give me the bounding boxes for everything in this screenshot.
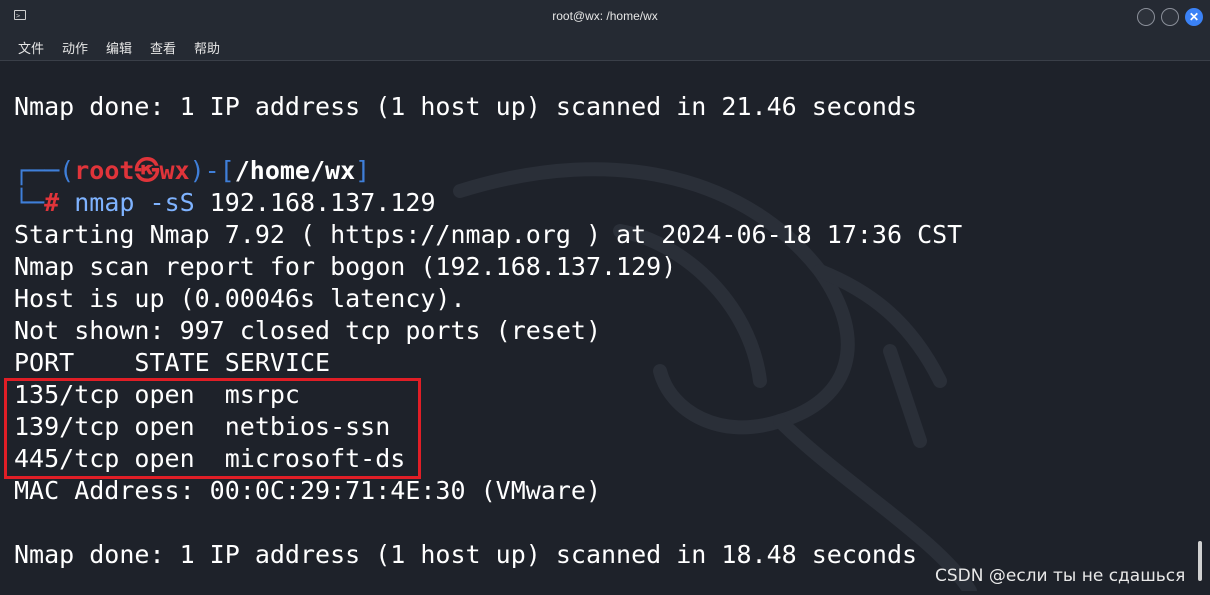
output-line: Host is up (0.00046s latency). <box>14 284 466 313</box>
prompt-line: ┌──(root㉿wx)-[/home/wx] <box>14 155 962 187</box>
window-title: root@wx: /home/wx <box>552 9 658 23</box>
output-line: Nmap scan report for bogon (192.168.137.… <box>14 252 677 281</box>
prompt-user: root <box>74 156 135 185</box>
prompt-end: ] <box>355 156 371 185</box>
maximize-button[interactable] <box>1161 8 1179 26</box>
prompt-corner: ┌──( <box>14 156 75 185</box>
command-line: └─# nmap -sS 192.168.137.129 <box>14 187 962 219</box>
prompt-path: /home/wx <box>234 156 356 185</box>
prompt-mid: )-[ <box>189 156 235 185</box>
menu-action[interactable]: 动作 <box>62 38 88 57</box>
prompt-at: ㉿ <box>134 156 160 185</box>
prompt-host: wx <box>159 156 190 185</box>
scrollbar[interactable] <box>1198 541 1202 581</box>
command-name: nmap <box>74 188 135 217</box>
output-line: MAC Address: 00:0C:29:71:4E:30 (VMware) <box>14 476 601 505</box>
menu-help[interactable]: 帮助 <box>194 38 220 57</box>
menu-bar: 文件 动作 编辑 查看 帮助 <box>0 34 1210 61</box>
menu-file[interactable]: 文件 <box>18 38 44 57</box>
open-ports-highlight <box>4 378 421 479</box>
minimize-button[interactable] <box>1137 8 1155 26</box>
menu-view[interactable]: 查看 <box>150 38 176 57</box>
output-line: Not shown: 997 closed tcp ports (reset) <box>14 316 601 345</box>
terminal-output: Nmap done: 1 IP address (1 host up) scan… <box>14 91 962 571</box>
output-line: Nmap done: 1 IP address (1 host up) scan… <box>14 92 918 121</box>
close-button[interactable]: ✕ <box>1185 8 1203 26</box>
menu-edit[interactable]: 编辑 <box>106 38 132 57</box>
prompt-hash: # <box>44 188 60 217</box>
port-table-header: PORT STATE SERVICE <box>14 348 331 377</box>
csdn-watermark: CSDN @если ты не сдашься <box>935 566 1186 586</box>
command-target: 192.168.137.129 <box>209 188 436 217</box>
title-bar: >_ root@wx: /home/wx ✕ <box>0 0 1210 34</box>
command-flag: -sS <box>149 188 195 217</box>
output-line: Starting Nmap 7.92 ( https://nmap.org ) … <box>14 220 963 249</box>
output-line: Nmap done: 1 IP address (1 host up) scan… <box>14 540 918 569</box>
terminal-area[interactable]: Nmap done: 1 IP address (1 host up) scan… <box>0 61 1210 595</box>
prompt-corner-bottom: └─ <box>14 188 45 217</box>
